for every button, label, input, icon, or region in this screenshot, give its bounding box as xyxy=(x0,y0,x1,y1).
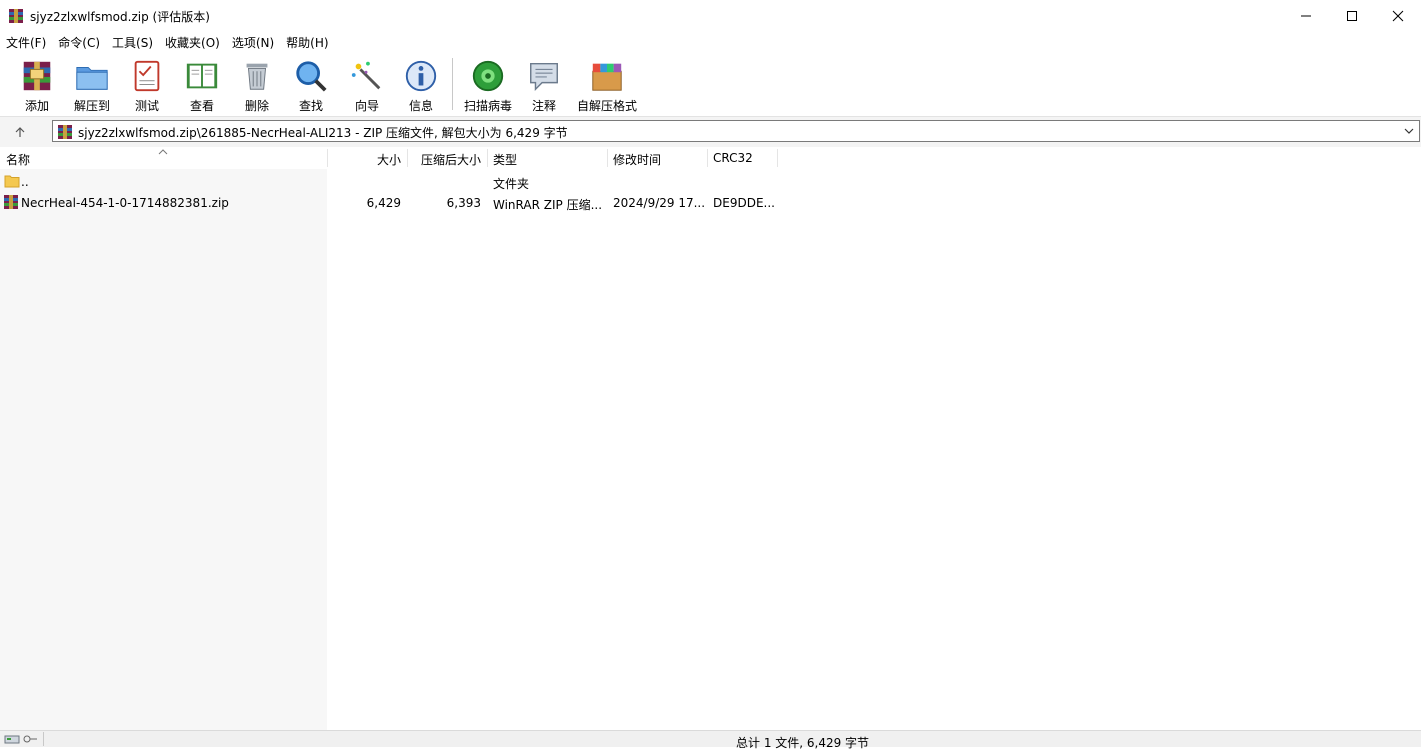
file-packed-size: 6,393 xyxy=(446,196,481,210)
sfx-button[interactable]: 自解压格式 xyxy=(574,56,640,114)
column-header: 名称 大小 压缩后大小 类型 修改时间 CRC32 xyxy=(0,147,1421,169)
menu-bar: 文件(F) 命令(C) 工具(S) 收藏夹(O) 选项(N) 帮助(H) xyxy=(0,32,1421,52)
comment-icon xyxy=(530,62,558,91)
test-label: 测试 xyxy=(134,99,159,113)
magic-wand-icon xyxy=(351,61,381,90)
delete-button[interactable]: 删除 xyxy=(234,56,280,114)
file-name: .. xyxy=(21,175,29,189)
winrar-icon[interactable] xyxy=(8,8,24,24)
file-type: WinRAR ZIP 压缩... xyxy=(493,198,603,212)
header-type[interactable]: 类型 xyxy=(493,151,517,168)
menu-tools[interactable]: 工具(S) xyxy=(106,32,159,52)
view-button[interactable]: 查看 xyxy=(178,56,226,114)
trash-icon xyxy=(246,63,268,90)
arrow-up-icon[interactable] xyxy=(8,121,32,143)
sfx-box-icon xyxy=(592,63,622,91)
virus-scan-icon xyxy=(472,60,504,92)
header-name[interactable]: 名称 xyxy=(6,151,30,168)
header-crc32[interactable]: CRC32 xyxy=(713,151,753,165)
sfx-label: 自解压格式 xyxy=(576,99,637,113)
extract-to-label: 解压到 xyxy=(73,99,110,113)
path-field[interactable]: sjyz2zlxwlfsmod.zip\261885-NecrHeal-ALI2… xyxy=(52,120,1420,142)
minimize-button[interactable] xyxy=(1283,0,1329,32)
menu-help[interactable]: 帮助(H) xyxy=(280,32,334,52)
header-modified[interactable]: 修改时间 xyxy=(613,151,661,168)
winrar-icon xyxy=(57,124,73,140)
toolbar-separator xyxy=(452,58,453,110)
book-icon xyxy=(186,63,218,89)
status-bar: 总计 1 文件, 6,429 字节 xyxy=(0,730,1421,750)
status-summary: 总计 1 文件, 6,429 字节 xyxy=(736,736,870,750)
path-text: sjyz2zlxwlfsmod.zip\261885-NecrHeal-ALI2… xyxy=(78,126,568,140)
add-label: 添加 xyxy=(24,99,49,113)
window-title: sjyz2zlxwlfsmod.zip (评估版本) xyxy=(30,10,210,24)
wizard-button[interactable]: 向导 xyxy=(344,56,390,114)
header-divider[interactable] xyxy=(707,149,708,167)
address-bar: sjyz2zlxwlfsmod.zip\261885-NecrHeal-ALI2… xyxy=(0,117,1421,147)
test-button[interactable]: 测试 xyxy=(124,56,170,114)
info-icon xyxy=(405,60,437,92)
chevron-down-icon[interactable] xyxy=(1401,123,1417,139)
header-divider[interactable] xyxy=(607,149,608,167)
comment-button[interactable]: 注释 xyxy=(520,56,568,114)
delete-label: 删除 xyxy=(244,99,269,113)
menu-commands[interactable]: 命令(C) xyxy=(52,32,106,52)
header-packed-size[interactable]: 压缩后大小 xyxy=(410,151,481,168)
file-modified: 2024/9/29 17... xyxy=(613,196,706,210)
menu-file[interactable]: 文件(F) xyxy=(0,32,52,52)
comment-label: 注释 xyxy=(531,99,556,113)
scan-virus-label: 扫描病毒 xyxy=(463,99,512,113)
view-label: 查看 xyxy=(189,99,214,113)
archive-icon xyxy=(3,194,19,213)
file-list: 名称 大小 压缩后大小 类型 修改时间 CRC32 .. 文件夹 NecrHea… xyxy=(0,147,1421,730)
status-divider xyxy=(43,732,44,746)
file-crc32: DE9DDE... xyxy=(713,196,775,210)
title-bar: sjyz2zlxwlfsmod.zip (评估版本) xyxy=(0,0,1421,32)
extract-to-button[interactable]: 解压到 xyxy=(68,56,116,114)
folder-icon xyxy=(4,173,20,192)
header-divider[interactable] xyxy=(487,149,488,167)
info-button[interactable]: 信息 xyxy=(398,56,444,114)
header-divider[interactable] xyxy=(407,149,408,167)
table-row[interactable]: NecrHeal-454-1-0-1714882381.zip 6,429 6,… xyxy=(0,192,780,213)
test-clipboard-icon xyxy=(134,60,160,92)
sort-ascending-icon xyxy=(158,145,168,159)
menu-options[interactable]: 选项(N) xyxy=(226,32,280,52)
table-row[interactable]: .. 文件夹 xyxy=(0,171,780,192)
name-column-background xyxy=(0,147,327,730)
header-size[interactable]: 大小 xyxy=(330,151,401,168)
magnifier-icon xyxy=(296,61,327,92)
folder-extract-icon xyxy=(76,67,108,90)
file-size: 6,429 xyxy=(366,196,401,210)
menu-favorites[interactable]: 收藏夹(O) xyxy=(159,32,226,52)
toolbar: 添加 解压到 测试 查看 删除 查找 向导 信息 扫描病毒 注释 自解压格式 xyxy=(0,52,1421,117)
close-button[interactable] xyxy=(1375,0,1421,32)
file-name: NecrHeal-454-1-0-1714882381.zip xyxy=(21,196,229,210)
add-button[interactable]: 添加 xyxy=(14,56,60,114)
maximize-button[interactable] xyxy=(1329,0,1375,32)
wizard-label: 向导 xyxy=(354,99,379,113)
header-divider[interactable] xyxy=(327,149,328,167)
header-divider[interactable] xyxy=(777,149,778,167)
scan-virus-button[interactable]: 扫描病毒 xyxy=(460,56,516,114)
file-type: 文件夹 xyxy=(493,177,530,191)
find-button[interactable]: 查找 xyxy=(288,56,334,114)
info-label: 信息 xyxy=(408,99,433,113)
find-label: 查找 xyxy=(298,99,323,113)
add-archive-icon xyxy=(23,61,51,91)
